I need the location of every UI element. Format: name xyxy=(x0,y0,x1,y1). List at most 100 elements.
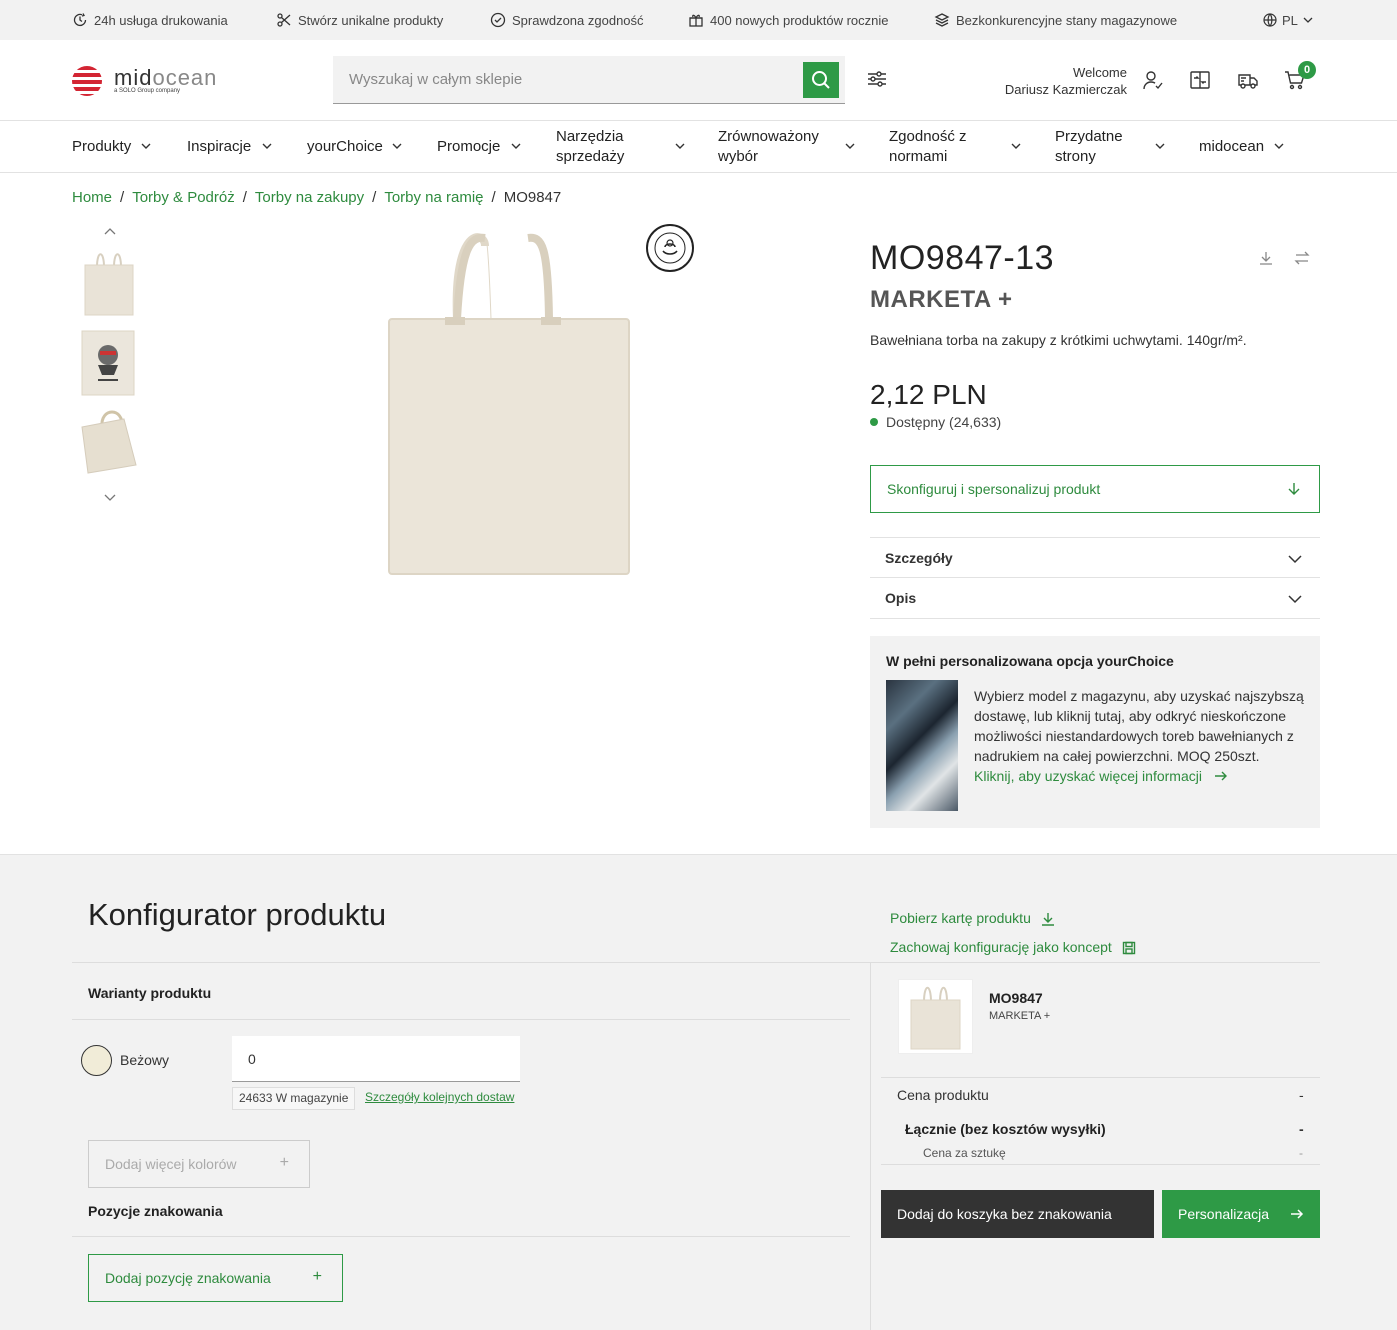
nav-item-przydatne[interactable]: Przydatne strony xyxy=(1055,121,1123,172)
compare-icon[interactable] xyxy=(1189,69,1213,93)
nav-item-produkty[interactable]: Produkty xyxy=(72,121,131,172)
usp-stock: Bezkonkurencyjne stany magazynowe xyxy=(934,12,1177,28)
configure-label: Skonfiguruj i spersonalizuj produkt xyxy=(887,481,1101,497)
arrow-down-icon xyxy=(1288,483,1300,495)
configurator-links: Pobierz kartę produktu Zachowaj konfigur… xyxy=(890,904,1136,962)
nav-item-inspiracje[interactable]: Inspiracje xyxy=(187,121,251,172)
arrow-right-icon xyxy=(1291,1209,1304,1219)
accordion-label: Opis xyxy=(885,590,917,606)
nav-item-zrownowazony[interactable]: Zrównoważony wybór xyxy=(718,121,819,172)
user-account-icon[interactable] xyxy=(1142,69,1166,93)
nav-label: Promocje xyxy=(437,137,501,155)
chevron-down-icon xyxy=(1288,555,1302,564)
nav-label: Zrównoważony xyxy=(718,127,819,145)
nav-item-promocje[interactable]: Promocje xyxy=(437,121,500,172)
nav-label: Przydatne xyxy=(1055,127,1123,145)
unit-price-label: Cena za sztukę xyxy=(923,1146,1006,1160)
configure-button[interactable]: Skonfiguruj i spersonalizuj produkt xyxy=(870,465,1320,513)
cart-count-badge: 0 xyxy=(1298,61,1316,79)
breadcrumb-subsubcategory[interactable]: Torby na ramię xyxy=(384,189,483,206)
summary-name: MARKETA + xyxy=(989,1010,1051,1022)
conscious-promotions-badge xyxy=(645,223,695,273)
search-button[interactable] xyxy=(803,62,839,98)
divider xyxy=(72,962,1320,963)
next-deliveries-link[interactable]: Szczegóły kolejnych dostaw xyxy=(365,1090,514,1104)
usp-text: Sprawdzona zgodność xyxy=(512,12,644,28)
logo-wordmark: midocean a SOLO Group company xyxy=(114,67,217,95)
nav-item-midocean[interactable]: midocean xyxy=(1199,121,1264,172)
chevron-up-icon[interactable] xyxy=(103,225,117,239)
accordion-details[interactable]: Szczegóły xyxy=(870,537,1320,578)
compare-arrows-icon[interactable] xyxy=(1294,250,1310,266)
button-label: Dodaj do koszyka bez znakowania xyxy=(897,1206,1112,1222)
download-icon[interactable] xyxy=(1258,250,1274,266)
personalize-button[interactable]: Personalizacja xyxy=(1162,1190,1320,1238)
chevron-down-icon[interactable] xyxy=(103,490,117,504)
thumbnail-bag-side[interactable] xyxy=(80,405,138,475)
stock-count-badge: 24633 W magazynie xyxy=(232,1087,356,1110)
yourchoice-text: Wybierz model z magazynu, aby uzyskać na… xyxy=(974,686,1309,786)
link-label: Pobierz kartę produktu xyxy=(890,910,1031,926)
usp-text: 400 nowych produktów rocznie xyxy=(710,12,889,28)
variants-title: Warianty produktu xyxy=(88,985,212,1001)
yourchoice-link-label: Kliknij, aby uzyskać więcej informacji xyxy=(974,768,1202,784)
add-marking-button[interactable]: Dodaj pozycję znakowania + xyxy=(88,1254,343,1302)
chevron-down-icon xyxy=(1011,143,1021,149)
marking-title: Pozycje znakowania xyxy=(88,1203,223,1219)
breadcrumb-subcategory[interactable]: Torby na zakupy xyxy=(255,189,364,206)
chevron-down-icon xyxy=(262,143,272,149)
logo-mark xyxy=(72,66,102,96)
thumbnail-printed-bag[interactable] xyxy=(80,327,138,397)
thumbnail-plain-bag[interactable] xyxy=(80,247,138,317)
breadcrumb-category[interactable]: Torby & Podróż xyxy=(132,189,235,206)
divider xyxy=(870,962,871,1330)
chevron-down-icon xyxy=(392,143,402,149)
product-price: 2,12 PLN xyxy=(870,379,987,410)
usp-text: Stwórz unikalne produkty xyxy=(298,12,444,28)
usp-text: 24h usługa drukowania xyxy=(94,12,228,28)
color-swatch[interactable] xyxy=(81,1045,112,1076)
plus-icon: + xyxy=(312,1268,322,1285)
search-bar xyxy=(333,56,845,104)
save-configuration-link[interactable]: Zachowaj konfigurację jako koncept xyxy=(890,933,1136,962)
search-icon xyxy=(812,71,830,89)
add-colors-button[interactable]: Dodaj więcej kolorów + xyxy=(88,1140,310,1188)
total-label: Łącznie (bez kosztów wysyłki) xyxy=(905,1121,1106,1137)
arrow-right-icon xyxy=(1214,771,1227,781)
accordion-description[interactable]: Opis xyxy=(870,578,1320,619)
add-to-cart-button[interactable]: Dodaj do koszyka bez znakowania xyxy=(881,1190,1154,1238)
welcome-block[interactable]: Welcome Dariusz Kazmierczak xyxy=(1005,64,1127,98)
link-label: Zachowaj konfigurację jako koncept xyxy=(890,939,1112,955)
product-name: MARKETA + xyxy=(870,286,1013,313)
nav-item-narzedzia[interactable]: Narzędzia sprzedaży xyxy=(556,121,624,172)
yourchoice-link[interactable]: Kliknij, aby uzyskać więcej informacji xyxy=(974,766,1309,786)
unit-price-value: - xyxy=(1299,1146,1303,1160)
logo[interactable]: midocean a SOLO Group company xyxy=(72,66,217,96)
nav-label: yourChoice xyxy=(307,137,383,155)
quantity-input[interactable] xyxy=(232,1036,520,1082)
breadcrumb-home[interactable]: Home xyxy=(72,189,112,206)
chevron-down-icon xyxy=(141,143,151,149)
usp-text: Bezkonkurencyjne stany magazynowe xyxy=(956,12,1178,28)
gift-icon xyxy=(689,14,703,27)
language-label: PL xyxy=(1282,12,1298,28)
nav-label: wybór xyxy=(718,147,759,165)
nav-item-zgodnosc[interactable]: Zgodność z normami xyxy=(889,121,967,172)
filter-settings-icon[interactable] xyxy=(866,68,890,92)
chevron-down-icon xyxy=(511,143,521,149)
globe-icon xyxy=(1263,13,1277,27)
nav-label: Produkty xyxy=(72,137,132,155)
nav-label: Inspiracje xyxy=(187,137,252,155)
stock-status: Dostępny (24,633) xyxy=(870,414,1001,430)
main-product-image[interactable] xyxy=(385,226,633,578)
chevron-down-icon xyxy=(1274,143,1284,149)
delivery-truck-icon[interactable] xyxy=(1237,69,1261,93)
usp-print: 24h usługa drukowania xyxy=(72,12,228,28)
yourchoice-title: W pełni personalizowana opcja yourChoice xyxy=(886,653,1174,669)
product-description: Bawełniana torba na zakupy z krótkimi uc… xyxy=(870,332,1247,348)
yourchoice-image xyxy=(886,680,958,811)
language-selector[interactable]: PL xyxy=(1262,12,1314,28)
download-product-card-link[interactable]: Pobierz kartę produktu xyxy=(890,904,1136,933)
nav-item-yourchoice[interactable]: yourChoice xyxy=(307,121,383,172)
search-input[interactable] xyxy=(333,56,793,103)
